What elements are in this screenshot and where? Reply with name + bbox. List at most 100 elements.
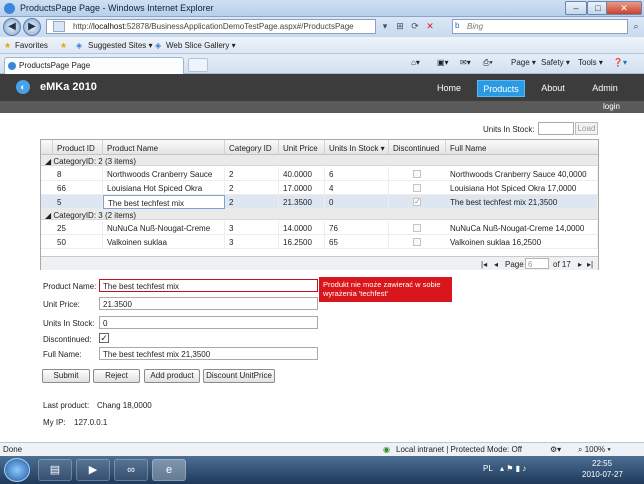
- back-button[interactable]: ◀: [3, 18, 21, 36]
- col-category-id[interactable]: Category ID: [225, 140, 279, 155]
- visual-studio-taskbar-icon[interactable]: ∞: [114, 459, 148, 481]
- full-name-input[interactable]: The best techfest mix 21,3500: [99, 347, 318, 360]
- col-unit-price[interactable]: Unit Price: [279, 140, 325, 155]
- home-icon[interactable]: ⌂▾: [411, 58, 420, 67]
- protected-mode-icon[interactable]: ⚙▾: [550, 445, 561, 454]
- group-row[interactable]: ◢ CategoryID: 3 (2 items): [41, 209, 598, 220]
- cell-full-name: Valkoinen suklaa 16,2500: [446, 235, 598, 249]
- search-icon[interactable]: ⌕: [629, 20, 643, 33]
- discontinued-label: Discontinued:: [43, 335, 92, 344]
- submit-button[interactable]: Submit: [42, 369, 90, 383]
- prev-page-button[interactable]: ◂: [494, 260, 498, 269]
- units-filter-input[interactable]: [538, 122, 574, 135]
- page-number-input[interactable]: 6: [525, 258, 549, 269]
- table-row[interactable]: 50 Valkoinen suklaa 3 16.2500 65 Valkoin…: [41, 235, 598, 249]
- cell-product-id: 50: [53, 235, 103, 249]
- app-subbar: [0, 101, 644, 113]
- forward-button[interactable]: ▶: [23, 18, 41, 36]
- tray-icons[interactable]: ▴ ⚑ ▮ ♪: [500, 464, 526, 473]
- zoom-level[interactable]: ⌕ 100% ▾: [578, 445, 611, 455]
- print-icon[interactable]: ⎙▾: [483, 58, 493, 68]
- last-page-button[interactable]: ▸|: [587, 260, 593, 269]
- internet-explorer-taskbar-icon[interactable]: e: [152, 459, 186, 481]
- col-product-id[interactable]: Product ID: [53, 140, 103, 155]
- next-page-button[interactable]: ▸: [578, 260, 582, 269]
- help-menu[interactable]: ❓▾: [613, 58, 627, 67]
- discontinued-checkbox-checked[interactable]: ✓: [413, 198, 421, 206]
- tab-title: ProductsPage Page: [19, 61, 91, 70]
- table-row[interactable]: 66 Louisiana Hot Spiced Okra 2 17.0000 4…: [41, 181, 598, 195]
- discontinued-checkbox[interactable]: [413, 224, 421, 232]
- window-titlebar: ProductsPage Page - Windows Internet Exp…: [0, 0, 644, 17]
- grid-pager: |◂ ◂ Page 6 of 17 ▸ ▸|: [41, 256, 598, 270]
- mail-icon[interactable]: ✉▾: [460, 58, 471, 67]
- table-row[interactable]: 8 Northwoods Cranberry Sauce 2 40.0000 6…: [41, 167, 598, 181]
- discontinued-checkbox[interactable]: [413, 238, 421, 246]
- login-link[interactable]: login: [603, 102, 620, 111]
- discontinued-form-checkbox[interactable]: ✓: [99, 333, 109, 343]
- col-discontinued[interactable]: Discontinued: [389, 140, 446, 155]
- favorites-button[interactable]: Favorites: [15, 41, 48, 50]
- web-slice-gallery-link[interactable]: Web Slice Gallery ▾: [166, 41, 236, 50]
- cell-product-id: 5: [53, 195, 103, 209]
- col-full-name[interactable]: Full Name: [446, 140, 598, 155]
- safety-menu[interactable]: Safety ▾: [541, 58, 570, 67]
- refresh-icon[interactable]: ⟳: [408, 20, 422, 33]
- cell-units-in-stock: 6: [325, 167, 389, 181]
- col-product-name[interactable]: Product Name: [103, 140, 225, 155]
- load-button[interactable]: Load: [575, 122, 598, 135]
- start-button[interactable]: [4, 458, 30, 482]
- discontinued-checkbox[interactable]: [413, 184, 421, 192]
- new-tab-button[interactable]: [188, 58, 208, 72]
- window-title: ProductsPage Page - Windows Internet Exp…: [20, 3, 214, 13]
- col-units-in-stock[interactable]: Units In Stock ▾: [325, 140, 389, 155]
- clock-date[interactable]: 2010-07-27: [582, 470, 623, 479]
- nav-about[interactable]: About: [532, 80, 574, 97]
- reject-button[interactable]: Reject: [93, 369, 140, 383]
- tools-menu[interactable]: Tools ▾: [578, 58, 603, 67]
- cell-category-id: 2: [225, 167, 279, 181]
- first-page-button[interactable]: |◂: [481, 260, 487, 269]
- unit-price-label: Unit Price:: [43, 300, 80, 309]
- url-host: localhost: [93, 22, 125, 31]
- nav-products[interactable]: Products: [477, 80, 525, 97]
- cell-product-name-editing[interactable]: The best techfest mix: [103, 195, 225, 209]
- add-favorite-icon[interactable]: ★: [60, 41, 67, 50]
- close-window-button[interactable]: ✕: [606, 1, 642, 15]
- language-indicator[interactable]: PL: [483, 464, 493, 473]
- cell-category-id: 2: [225, 195, 279, 209]
- table-row-selected[interactable]: 5 The best techfest mix 2 21.3500 0 ✓ Th…: [41, 195, 598, 209]
- nav-home[interactable]: Home: [428, 80, 470, 97]
- discontinued-checkbox[interactable]: [413, 170, 421, 178]
- media-player-taskbar-icon[interactable]: ▶: [76, 459, 110, 481]
- add-product-button[interactable]: Add product: [144, 369, 200, 383]
- suggested-sites-icon: ◈: [76, 41, 83, 50]
- app-logo-icon: ◐: [16, 80, 30, 94]
- cell-unit-price: 40.0000: [279, 167, 325, 181]
- explorer-taskbar-icon[interactable]: ▤: [38, 459, 72, 481]
- dropdown-arrow-icon[interactable]: ▾: [378, 20, 392, 33]
- feeds-icon[interactable]: ▣▾: [437, 58, 449, 67]
- unit-price-input[interactable]: 21.3500: [99, 297, 318, 310]
- page-icon: [53, 21, 65, 32]
- discount-unitprice-button[interactable]: Discount UnitPrice: [203, 369, 275, 383]
- page-menu[interactable]: Page ▾: [511, 58, 536, 67]
- url-path: :52878/BusinessApplicationDemoTestPage.a…: [124, 22, 354, 31]
- app-brand: eMKa 2010: [40, 81, 97, 93]
- grid-header-indent: [41, 140, 53, 155]
- search-input[interactable]: b Bing: [452, 19, 628, 34]
- zone-text[interactable]: Local intranet | Protected Mode: Off: [396, 445, 522, 454]
- table-row[interactable]: 25 NuNuCa Nuß-Nougat-Creme 3 14.0000 76 …: [41, 221, 598, 235]
- minimize-button[interactable]: –: [565, 1, 587, 15]
- stop-icon[interactable]: ✕: [423, 20, 437, 33]
- product-name-input[interactable]: The best techfest mix: [99, 279, 318, 292]
- compatibility-view-icon[interactable]: ⊞: [393, 20, 407, 33]
- group-row[interactable]: ◢ CategoryID: 2 (3 items): [41, 155, 598, 166]
- suggested-sites-link[interactable]: Suggested Sites ▾: [88, 41, 153, 50]
- address-bar-row: ◀ ▶ http://localhost:52878/BusinessAppli…: [0, 17, 644, 37]
- nav-admin[interactable]: Admin: [584, 80, 626, 97]
- clock-time[interactable]: 22:55: [592, 459, 612, 468]
- units-in-stock-input[interactable]: 0: [99, 316, 318, 329]
- address-input[interactable]: http://localhost:52878/BusinessApplicati…: [46, 19, 376, 34]
- tab-products-page[interactable]: ProductsPage Page: [4, 57, 184, 74]
